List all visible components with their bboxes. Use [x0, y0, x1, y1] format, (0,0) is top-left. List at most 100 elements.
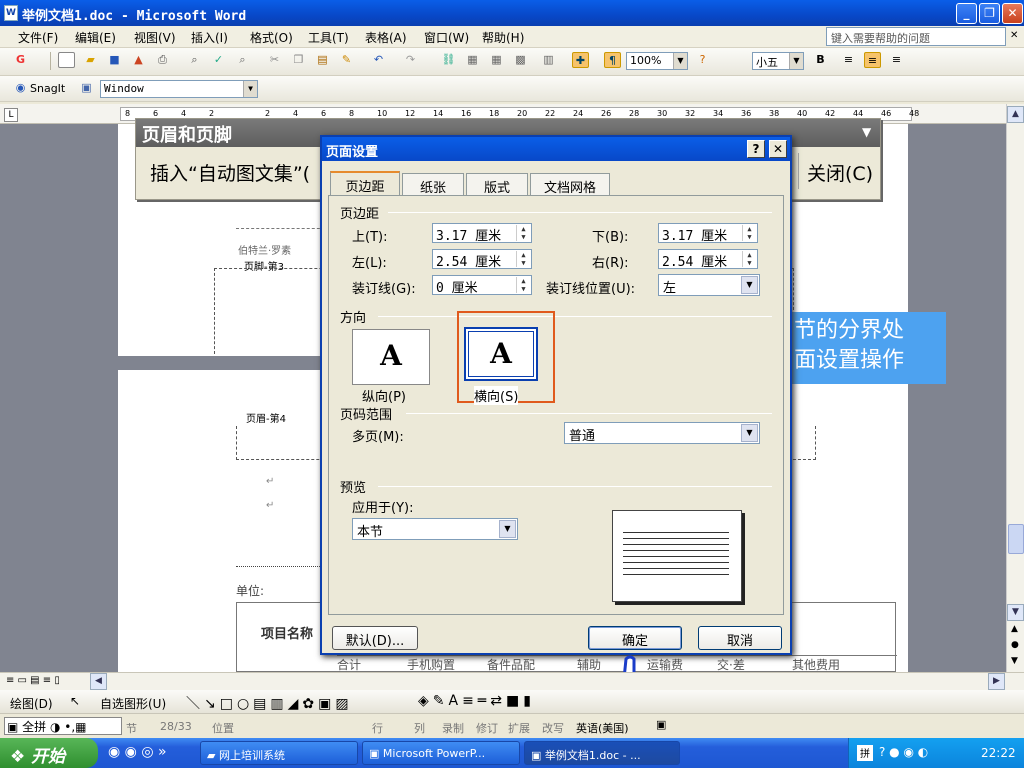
scroll-down-icon[interactable]: ▼ [1007, 604, 1024, 621]
align-center-icon[interactable]: ≡ [864, 52, 881, 68]
chevron-down-icon[interactable]: ▼ [789, 53, 803, 69]
right-margin-input[interactable]: 2.54 厘米 ▲ ▼ [658, 249, 758, 270]
open-folder-icon[interactable]: ▰ [82, 52, 99, 68]
new-doc-icon[interactable] [58, 52, 75, 68]
menu-tools[interactable]: 工具(T) [308, 29, 349, 46]
toolbar-options-icon[interactable]: ▼ [862, 125, 871, 139]
portrait-option[interactable]: A [352, 329, 430, 385]
spelling-status-icon[interactable]: ▣ [656, 718, 666, 731]
scroll-thumb[interactable] [1008, 524, 1024, 554]
select-objects-icon[interactable]: ↖ [70, 694, 80, 708]
snagit-label[interactable]: SnagIt [30, 82, 65, 95]
ok-button[interactable]: 确定 [588, 626, 682, 650]
tab-doc-grid[interactable]: 文档网格 [530, 173, 610, 196]
menu-window[interactable]: 窗口(W) [424, 29, 469, 46]
scroll-up-icon[interactable]: ▲ [1007, 106, 1024, 123]
menu-format[interactable]: 格式(O) [250, 29, 293, 46]
menu-edit[interactable]: 编辑(E) [75, 29, 116, 46]
hyperlink-icon[interactable]: ⛓ [440, 52, 457, 68]
columns-icon[interactable]: ▥ [540, 52, 557, 68]
close-button[interactable]: ✕ [1002, 3, 1023, 24]
task-powerpoint[interactable]: ▣ Microsoft PowerP... [362, 741, 520, 765]
scroll-right-icon[interactable]: ▶ [988, 673, 1005, 690]
help-icon[interactable]: ? [747, 140, 765, 158]
snagit-window-select[interactable]: Window ▼ [100, 80, 258, 98]
status-ovr[interactable]: 改写 [542, 720, 564, 736]
close-icon[interactable]: ✕ [769, 140, 787, 158]
redo-icon[interactable]: ↷ [402, 52, 419, 68]
paste-icon[interactable]: ▤ [314, 52, 331, 68]
zoom-select[interactable]: 100% ▼ [626, 52, 688, 70]
default-button[interactable]: 默认(D)... [332, 626, 418, 650]
research-icon[interactable]: ⌕ [234, 52, 251, 68]
chevron-down-icon[interactable]: ▼ [243, 81, 257, 97]
menu-table[interactable]: 表格(A) [365, 29, 407, 46]
status-ext[interactable]: 扩展 [508, 720, 530, 736]
shape-tools[interactable]: ＼↘□○▤▥◢✿▣▨ [186, 693, 353, 713]
landscape-option[interactable]: A [464, 327, 538, 381]
spin-arrows-icon[interactable]: ▲ ▼ [516, 277, 530, 293]
bold-button[interactable]: B [812, 52, 829, 68]
cancel-button[interactable]: 取消 [698, 626, 782, 650]
gutter-input[interactable]: 0 厘米 ▲ ▼ [432, 275, 532, 296]
close-header-footer-button[interactable]: 关闭(C) [798, 153, 876, 189]
tables-borders-icon[interactable]: ▦ [464, 52, 481, 68]
spin-arrows-icon[interactable]: ▲ ▼ [742, 225, 756, 241]
chevron-down-icon[interactable]: ▼ [741, 424, 758, 442]
format-painter-icon[interactable]: ✎ [338, 52, 355, 68]
snagit-capture-icon[interactable]: ▣ [78, 80, 95, 96]
close-doc-icon[interactable]: ✕ [1010, 30, 1018, 41]
next-page-icon[interactable]: ▼ [1011, 656, 1018, 666]
align-right-icon[interactable]: ≡ [888, 52, 905, 68]
tray-icons[interactable]: ? ● ◉ ◐ [879, 745, 928, 759]
snagit-icon[interactable]: ◉ [12, 80, 29, 96]
copy-icon[interactable]: ❐ [290, 52, 307, 68]
show-hide-icon[interactable]: ¶ [604, 52, 621, 68]
spin-arrows-icon[interactable]: ▲ ▼ [742, 251, 756, 267]
ime-bar[interactable]: ▣ 全拼 ◑ •,▦ [4, 717, 122, 735]
format-tools[interactable]: ◈✎A≡═⇄■▮ [418, 693, 535, 709]
cut-icon[interactable]: ✂ [266, 52, 283, 68]
tab-stop-selector[interactable]: L [4, 108, 18, 122]
dialog-titlebar[interactable]: 页面设置 [322, 137, 790, 161]
quick-launch[interactable]: ◉ ◉ ◎ » [108, 744, 167, 760]
menu-insert[interactable]: 插入(I) [191, 29, 228, 46]
status-trk[interactable]: 修订 [476, 720, 498, 736]
font-size-select[interactable]: 小五 ▼ [752, 52, 804, 70]
left-margin-input[interactable]: 2.54 厘米 ▲ ▼ [432, 249, 532, 270]
insert-autotext-button[interactable]: 插入“自动图文集”( [150, 159, 310, 186]
insert-excel-icon[interactable]: ▩ [512, 52, 529, 68]
menu-view[interactable]: 视图(V) [134, 29, 176, 46]
draw-menu[interactable]: 绘图(D) [10, 695, 53, 712]
align-left-icon[interactable]: ≡ [840, 52, 857, 68]
gutter-position-select[interactable]: 左 ▼ [658, 274, 760, 296]
spelling-icon[interactable]: ✓ [210, 52, 227, 68]
menu-file[interactable]: 文件(F) [18, 29, 58, 46]
chevron-down-icon[interactable]: ▼ [499, 520, 516, 538]
ime-tray-icon[interactable]: 拼 [857, 745, 873, 761]
view-buttons[interactable]: ≡ ▭ ▤ ≡ ▯ [6, 675, 60, 686]
task-word-doc[interactable]: ▣ 举例文档1.doc - ... [524, 741, 680, 765]
print-preview-icon[interactable]: ⌕ [186, 52, 203, 68]
menu-help[interactable]: 帮助(H) [482, 29, 524, 46]
status-rec[interactable]: 录制 [442, 720, 464, 736]
vertical-scrollbar[interactable]: ▲ ▼ ▲ ● ▼ [1006, 104, 1024, 672]
restore-button[interactable]: ❐ [979, 3, 1000, 24]
tab-margins[interactable]: 页边距 [330, 171, 400, 195]
horizontal-scrollbar[interactable]: ≡ ▭ ▤ ≡ ▯ ◀ ▶ [0, 672, 1024, 690]
drawing-icon[interactable]: ✚ [572, 52, 589, 68]
task-training-system[interactable]: ▰ 网上培训系统 [200, 741, 358, 765]
top-margin-input[interactable]: 3.17 厘米 ▲ ▼ [432, 223, 532, 244]
spin-arrows-icon[interactable]: ▲ ▼ [516, 251, 530, 267]
permission-icon[interactable]: ▲ [130, 52, 147, 68]
chevron-down-icon[interactable]: ▼ [741, 276, 758, 294]
multiple-pages-select[interactable]: 普通 ▼ [564, 422, 760, 444]
print-icon[interactable]: ⎙ [154, 52, 171, 68]
window-titlebar[interactable]: W 举例文档1.doc - Microsoft Word _ ❐ ✕ [0, 0, 1024, 26]
insert-table-icon[interactable]: ▦ [488, 52, 505, 68]
office-icon[interactable]: G [12, 52, 29, 68]
chevron-down-icon[interactable]: ▼ [673, 53, 687, 69]
save-icon[interactable]: ■ [106, 52, 123, 68]
apply-to-select[interactable]: 本节 ▼ [352, 518, 518, 540]
tab-layout[interactable]: 版式 [466, 173, 528, 196]
